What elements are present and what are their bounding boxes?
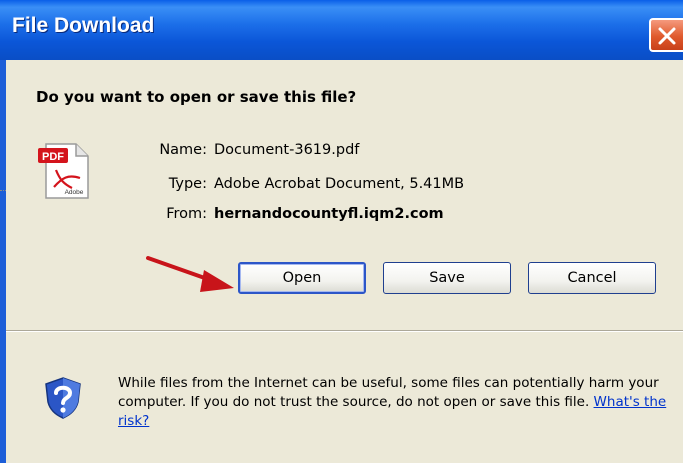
separator-line bbox=[6, 330, 683, 332]
dialog-question: Do you want to open or save this file? bbox=[36, 88, 357, 106]
red-arrow-annotation bbox=[146, 256, 234, 292]
file-name-value: Document-3619.pdf bbox=[214, 142, 360, 158]
adobe-caption: Adobe bbox=[65, 189, 84, 196]
save-button[interactable]: Save bbox=[383, 262, 511, 294]
file-type-label: Type: bbox=[168, 176, 207, 192]
security-shield-icon bbox=[45, 377, 81, 419]
dialog-title: File Download bbox=[12, 14, 155, 37]
title-bar[interactable]: File Download bbox=[0, 0, 683, 60]
file-source-label: From: bbox=[166, 206, 207, 222]
pdf-badge-text: PDF bbox=[42, 151, 64, 163]
close-button[interactable] bbox=[649, 18, 683, 52]
close-icon bbox=[658, 27, 676, 45]
warning-text: While files from the Internet can be use… bbox=[118, 375, 659, 410]
file-source-value: hernandocountyfl.iqm2.com bbox=[214, 206, 444, 222]
background-dotted-line bbox=[0, 190, 6, 192]
file-type-value: Adobe Acrobat Document, 5.41MB bbox=[214, 176, 465, 192]
file-name-label: Name: bbox=[159, 142, 207, 158]
pdf-file-icon: PDF Adobe bbox=[38, 143, 89, 199]
open-button[interactable]: Open bbox=[238, 262, 366, 294]
cancel-button[interactable]: Cancel bbox=[528, 262, 656, 294]
security-warning: While files from the Internet can be use… bbox=[118, 374, 673, 431]
file-download-dialog: File Download Do you want to open or sav… bbox=[0, 0, 683, 463]
